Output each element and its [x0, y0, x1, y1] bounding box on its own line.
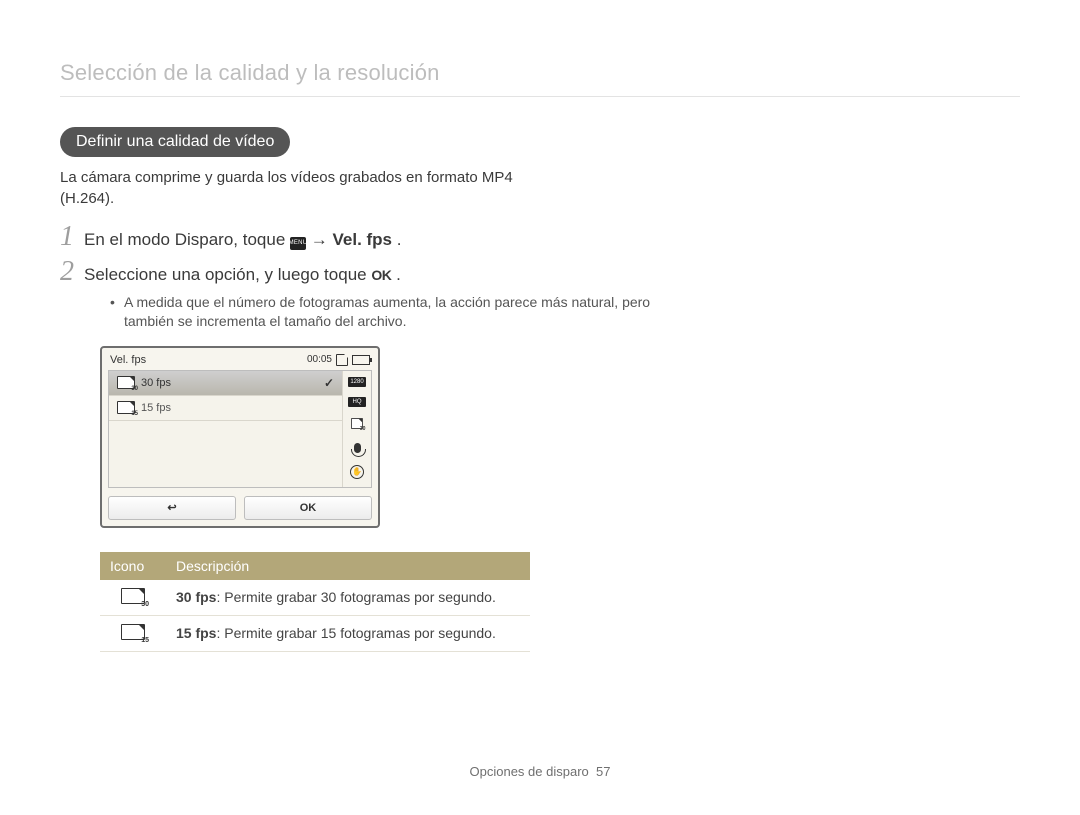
ok-icon: OK — [371, 266, 391, 286]
memory-card-icon — [336, 354, 348, 366]
section-pill: Definir una calidad de vídeo — [60, 127, 290, 157]
option-label: 15 fps — [141, 402, 171, 414]
bullet-text: A medida que el número de fotogramas aum… — [124, 293, 670, 332]
menu-icon: MENU — [290, 237, 306, 250]
camera-option-15fps[interactable]: 15 15 fps — [109, 396, 342, 421]
camera-side-icons: 1280 HQ 30 ✋ — [342, 371, 371, 487]
step-2-text: Seleccione una opción, y luego toque OK … — [84, 263, 401, 287]
fps-description-table: Icono Descripción 30 30 fps: Permite gra… — [100, 552, 530, 652]
table-cell-desc: 15 fps: Permite grabar 15 fotogramas por… — [166, 615, 530, 651]
camera-option-30fps[interactable]: 30 30 fps ✓ — [109, 371, 342, 396]
intro-text: La cámara comprime y guarda los vídeos g… — [60, 167, 520, 209]
quality-badge: HQ — [348, 397, 366, 407]
mic-icon — [350, 441, 364, 455]
fps-side-icon: 30 — [350, 417, 364, 431]
page-top-title: Selección de la calidad y la resolución — [60, 60, 1020, 97]
resolution-badge: 1280 — [348, 377, 366, 387]
step-2-end: . — [396, 265, 401, 284]
table-head-desc: Descripción — [166, 552, 530, 580]
step-number: 1 — [60, 223, 84, 251]
page-footer: Opciones de disparo 57 — [0, 764, 1080, 779]
step-2-bullet: • A medida que el número de fotogramas a… — [110, 293, 670, 332]
bullet-dot: • — [110, 293, 124, 332]
step-2: 2 Seleccione una opción, y luego toque O… — [60, 258, 660, 287]
table-row: 30 30 fps: Permite grabar 30 fotogramas … — [100, 580, 530, 616]
step-1-arrow: → — [311, 230, 333, 249]
table-head-icon: Icono — [100, 552, 166, 580]
fps-icon: 15 — [117, 401, 135, 414]
fps-icon: 30 — [117, 376, 135, 389]
step-1-end: . — [397, 230, 402, 249]
table-cell-icon: 15 — [100, 615, 166, 651]
camera-back-button[interactable]: ↩ — [108, 496, 236, 520]
step-1: 1 En el modo Disparo, toque MENU → Vel. … — [60, 223, 660, 252]
table-cell-desc: 30 fps: Permite grabar 30 fotogramas por… — [166, 580, 530, 616]
check-icon: ✓ — [324, 376, 334, 390]
camera-time: 00:05 — [307, 354, 332, 365]
camera-screen-title: Vel. fps — [110, 354, 146, 366]
fps-icon: 30 — [121, 588, 145, 604]
step-1-pre: En el modo Disparo, toque — [84, 230, 290, 249]
step-number: 2 — [60, 258, 84, 286]
fps-icon: 15 — [121, 624, 145, 640]
battery-icon — [352, 355, 370, 365]
option-label: 30 fps — [141, 377, 171, 389]
table-row: 15 15 fps: Permite grabar 15 fotogramas … — [100, 615, 530, 651]
camera-screen: Vel. fps 00:05 30 30 fps ✓ 15 — [100, 346, 380, 528]
step-1-text: En el modo Disparo, toque MENU → Vel. fp… — [84, 228, 401, 252]
footer-page-number: 57 — [596, 764, 610, 779]
step-1-bold: Vel. fps — [332, 230, 392, 249]
footer-section: Opciones de disparo — [470, 764, 589, 779]
table-cell-icon: 30 — [100, 580, 166, 616]
step-2-pre: Seleccione una opción, y luego toque — [84, 265, 371, 284]
ois-icon: ✋ — [350, 465, 364, 479]
camera-option-list: 30 30 fps ✓ 15 15 fps — [109, 371, 342, 487]
camera-ok-button[interactable]: OK — [244, 496, 372, 520]
